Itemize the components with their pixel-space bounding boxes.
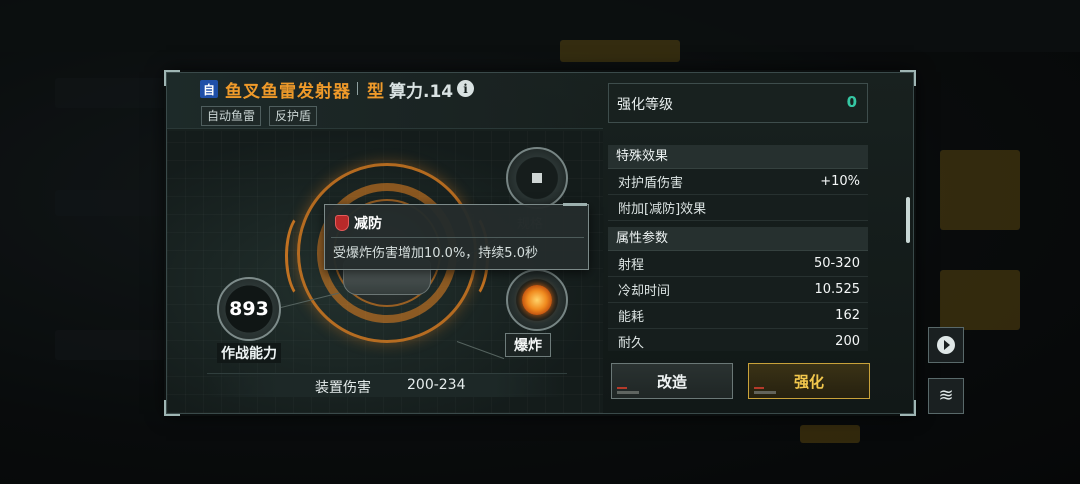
weapon-tag: 反护盾 [269, 106, 318, 126]
explosion-icon [522, 285, 552, 315]
button-decoration [754, 387, 764, 389]
stat-value: 50-320 [813, 256, 860, 271]
weapon-tag: 自动鱼雷 [201, 106, 262, 126]
stat-label: 射程 [618, 258, 645, 273]
special-effects-header: 特殊效果 [608, 145, 868, 169]
stat-row: 耐久 200 [608, 329, 868, 351]
enhancement-level-value: 0 [846, 93, 857, 111]
tooltip-description: 受爆炸伤害增加10.0%，持续5.0秒 [333, 246, 538, 261]
weapon-name: 鱼叉鱼雷发射器 [225, 82, 351, 102]
device-damage-bar: 装置伤害 200-234 [207, 373, 567, 397]
weapon-type-badge: 自 [200, 80, 218, 98]
stat-label: 冷却时间 [618, 284, 671, 299]
stat-row: 对护盾伤害 +10% [608, 169, 868, 195]
debuff-tooltip: 减防 受爆炸伤害增加10.0%，持续5.0秒 [324, 203, 589, 270]
weapon-compute-power: 算力.14 [389, 82, 454, 102]
stat-value: 162 [835, 308, 860, 323]
stat-row: 能耗 162 [608, 303, 868, 329]
play-preview-button[interactable] [928, 327, 964, 363]
stat-label: 能耗 [618, 310, 645, 325]
button-decoration [754, 391, 776, 394]
stat-value: 10.525 [814, 282, 861, 297]
modify-button[interactable]: 改造 [611, 363, 733, 399]
play-circle-icon [937, 336, 955, 354]
stat-value: 200 [835, 334, 860, 349]
stat-row: 冷却时间 10.525 [608, 277, 868, 303]
enhance-button-label: 强化 [793, 372, 824, 391]
combat-power-circle: 893 [217, 277, 281, 341]
spec-node-icon [532, 173, 542, 183]
blast-node-label: 爆炸 [505, 333, 551, 357]
stat-label: 附加[减防]效果 [618, 202, 707, 217]
enhancement-level-box: 强化等级 0 [608, 83, 868, 123]
device-damage-value: 200-234 [407, 377, 466, 393]
stat-value: +10% [820, 174, 860, 189]
stat-row: 射程 50-320 [608, 251, 868, 277]
panel-corner [900, 400, 916, 416]
button-decoration [617, 391, 639, 394]
layers-button[interactable]: ≋ [928, 378, 964, 414]
tooltip-divider [331, 237, 584, 238]
stats-panel[interactable]: 特殊效果 对护盾伤害 +10% 附加[减防]效果 属性参数 射程 50-320 … [608, 145, 868, 351]
tooltip-accent [563, 203, 587, 206]
info-icon[interactable]: i [457, 80, 474, 97]
ring-arc [285, 211, 325, 301]
weapon-header: 自 鱼叉鱼雷发射器 型 算力.14 i 自动鱼雷 反护盾 [167, 73, 603, 129]
attributes-header: 属性参数 [608, 227, 868, 251]
stat-row: 附加[减防]效果 [608, 195, 868, 221]
shield-debuff-icon [335, 215, 349, 231]
modify-button-label: 改造 [656, 372, 687, 391]
blast-node[interactable] [506, 269, 568, 331]
weapon-showcase: 893 作战能力 规格 爆炸 装置伤害 200-234 [167, 131, 603, 413]
button-decoration [617, 387, 627, 389]
title-separator [357, 82, 358, 95]
spec-node[interactable] [506, 147, 568, 209]
panel-side-bar [906, 197, 910, 243]
stat-label: 对护盾伤害 [618, 176, 684, 191]
weapon-model: 型 [367, 82, 384, 102]
enhance-button[interactable]: 强化 [748, 363, 870, 399]
device-damage-label: 装置伤害 [315, 380, 371, 396]
stat-label: 耐久 [618, 336, 645, 351]
combat-power-label: 作战能力 [217, 343, 281, 363]
layers-icon: ≋ [938, 385, 954, 406]
combat-power-value: 893 [229, 298, 269, 320]
tooltip-title: 减防 [354, 216, 382, 232]
enhancement-level-label: 强化等级 [617, 97, 673, 113]
panel-corner [900, 70, 916, 86]
